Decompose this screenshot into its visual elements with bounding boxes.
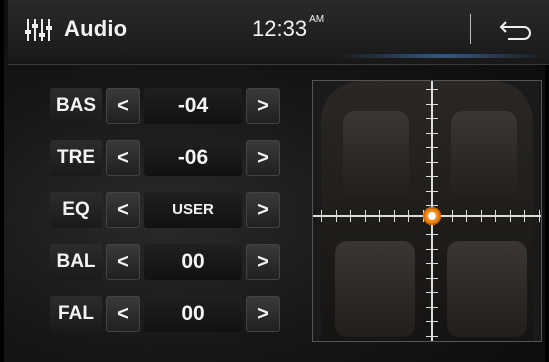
eq-row: EQ < USER > xyxy=(50,192,290,228)
bass-decrease-button[interactable]: < xyxy=(106,88,140,124)
bass-value: -04 xyxy=(144,88,242,124)
fade-tick xyxy=(426,248,438,250)
balance-tick xyxy=(524,210,525,222)
balance-tick xyxy=(466,210,467,222)
balance-tick xyxy=(480,210,482,222)
fade-tick xyxy=(426,176,438,177)
page-title: Audio xyxy=(64,16,128,41)
fade-tick xyxy=(426,147,438,148)
fade-tick xyxy=(426,263,438,264)
fade-tick xyxy=(426,292,438,293)
screen: Audio 12:33 AM BAS < -04 > TRE < -06 > EQ… xyxy=(0,0,549,362)
fade-tick xyxy=(426,205,438,206)
treble-value: -06 xyxy=(144,140,242,176)
fade-tick xyxy=(426,103,438,105)
bass-row: BAS < -04 > xyxy=(50,88,290,124)
treble-increase-button[interactable]: > xyxy=(246,140,280,176)
fader-value: 00 xyxy=(144,296,242,332)
balance-tick xyxy=(509,210,511,222)
clock-time: 12:33 xyxy=(252,16,308,41)
fader-increase-button[interactable]: > xyxy=(246,296,280,332)
fader-label: FAL xyxy=(50,296,102,332)
balance-tick xyxy=(538,210,540,222)
rear-right-seat xyxy=(447,241,527,337)
fader-row: FAL < 00 > xyxy=(50,296,290,332)
balance-decrease-button[interactable]: < xyxy=(106,244,140,280)
fade-tick xyxy=(426,118,438,119)
balance-fader-pad[interactable] xyxy=(312,80,542,342)
balance-tick xyxy=(451,210,453,222)
balance-tick xyxy=(321,210,322,222)
treble-row: TRE < -06 > xyxy=(50,140,290,176)
header-divider xyxy=(470,14,471,44)
fade-tick xyxy=(426,190,438,192)
bass-label: BAS xyxy=(50,88,102,124)
fade-tick xyxy=(426,234,438,235)
balance-row: BAL < 00 > xyxy=(50,244,290,280)
fade-tick xyxy=(426,161,438,163)
fader-cursor[interactable] xyxy=(423,207,441,225)
eq-increase-button[interactable]: > xyxy=(246,192,280,228)
balance-tick xyxy=(379,210,380,222)
fade-tick xyxy=(426,321,438,322)
front-left-seat xyxy=(343,111,409,201)
balance-tick xyxy=(350,210,351,222)
eq-decrease-button[interactable]: < xyxy=(106,192,140,228)
header-glow xyxy=(338,54,548,58)
treble-label: TRE xyxy=(50,140,102,176)
clock: 12:33 AM xyxy=(252,14,325,42)
fader-decrease-button[interactable]: < xyxy=(106,296,140,332)
balance-tick xyxy=(393,210,395,222)
front-right-seat xyxy=(451,111,517,201)
balance-increase-button[interactable]: > xyxy=(246,244,280,280)
balance-tick xyxy=(408,210,409,222)
eq-value: USER xyxy=(144,192,242,228)
fade-tick xyxy=(426,306,438,308)
fade-tick xyxy=(426,132,438,134)
header-bar: Audio 12:33 AM xyxy=(8,0,549,65)
fade-tick xyxy=(426,277,438,279)
back-arrow-icon[interactable] xyxy=(498,14,534,44)
balance-tick xyxy=(495,210,496,222)
equalizer-icon xyxy=(25,19,52,41)
balance-label: BAL xyxy=(50,244,102,280)
rear-left-seat xyxy=(335,241,415,337)
balance-tick xyxy=(364,210,366,222)
balance-value: 00 xyxy=(144,244,242,280)
bass-increase-button[interactable]: > xyxy=(246,88,280,124)
fade-tick xyxy=(426,335,438,337)
treble-decrease-button[interactable]: < xyxy=(106,140,140,176)
balance-tick xyxy=(335,210,337,222)
clock-ampm: AM xyxy=(309,14,325,25)
eq-label: EQ xyxy=(50,192,102,228)
fade-tick xyxy=(426,89,438,90)
